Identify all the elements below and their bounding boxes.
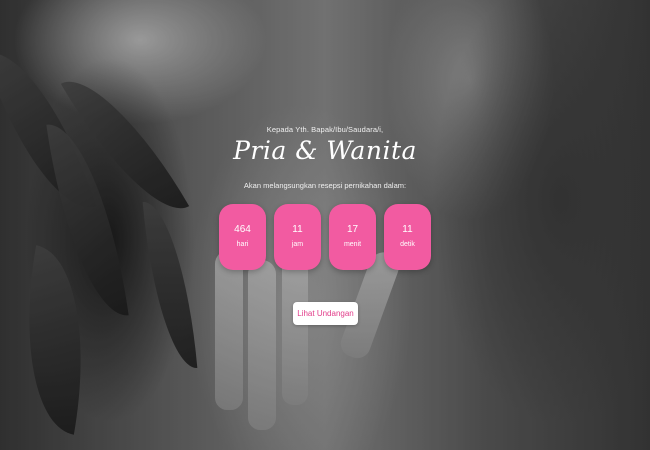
hero-section: Kepada Yth. Bapak/Ibu/Saudara/i, Pria & … xyxy=(0,0,650,450)
countdown-value: 11 xyxy=(402,224,413,235)
countdown-unit: detik xyxy=(400,241,415,248)
countdown-hours: 11 jam xyxy=(274,204,321,270)
countdown-value: 464 xyxy=(234,224,251,235)
recipient-text: Kepada Yth. Bapak/Ibu/Saudara/i, xyxy=(266,125,384,134)
event-subtitle: Akan melangsungkan resepsi pernikahan da… xyxy=(243,181,407,190)
countdown-days: 464 hari xyxy=(219,204,266,270)
countdown-seconds: 11 detik xyxy=(384,204,431,270)
view-invitation-button[interactable]: Lihat Undangan xyxy=(293,302,358,325)
countdown-unit: menit xyxy=(343,241,362,248)
couple-names: Pria & Wanita xyxy=(233,136,417,165)
countdown-unit: jam xyxy=(291,241,304,248)
countdown-timer: 464 hari 11 jam 17 menit 11 detik xyxy=(219,204,431,270)
countdown-unit: hari xyxy=(236,241,249,248)
countdown-value: 11 xyxy=(292,224,303,235)
countdown-value: 17 xyxy=(346,224,359,235)
countdown-minutes: 17 menit xyxy=(329,204,376,270)
invitation-content: Kepada Yth. Bapak/Ibu/Saudara/i, Pria & … xyxy=(0,0,650,450)
